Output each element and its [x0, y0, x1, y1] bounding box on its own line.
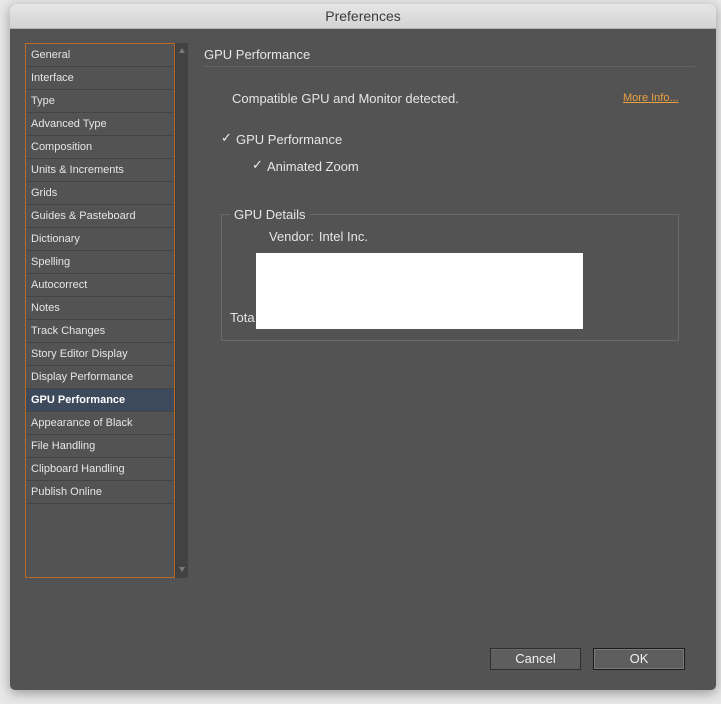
section-divider: [204, 66, 695, 67]
checkmark-icon: ✓: [252, 157, 263, 172]
scroll-down-arrow-icon[interactable]: [179, 567, 185, 572]
sidebar-item-gpu-performance[interactable]: GPU Performance: [26, 389, 174, 412]
scroll-up-arrow-icon[interactable]: [179, 48, 185, 53]
sidebar-item-spelling[interactable]: Spelling: [26, 251, 174, 274]
sidebar-item-composition[interactable]: Composition: [26, 136, 174, 159]
total-label: Tota: [230, 310, 255, 325]
checkmark-icon: ✓: [221, 130, 232, 145]
animated-zoom-option[interactable]: ✓ Animated Zoom: [252, 157, 359, 174]
animated-zoom-label: Animated Zoom: [267, 159, 359, 174]
sidebar-item-clipboard-handling[interactable]: Clipboard Handling: [26, 458, 174, 481]
cancel-button[interactable]: Cancel: [490, 648, 581, 670]
sidebar-item-grids[interactable]: Grids: [26, 182, 174, 205]
redacted-region: [256, 253, 583, 329]
sidebar-item-general[interactable]: General: [26, 44, 174, 67]
ok-button[interactable]: OK: [593, 648, 685, 670]
sidebar-item-advanced-type[interactable]: Advanced Type: [26, 113, 174, 136]
sidebar-item-track-changes[interactable]: Track Changes: [26, 320, 174, 343]
gpu-performance-option[interactable]: ✓ GPU Performance: [221, 130, 343, 147]
sidebar-item-file-handling[interactable]: File Handling: [26, 435, 174, 458]
animated-zoom-checkbox[interactable]: ✓: [252, 157, 263, 172]
preferences-window: Preferences General Interface Type Advanced…: [10, 4, 716, 690]
sidebar-item-interface[interactable]: Interface: [26, 67, 174, 90]
sidebar-item-publish-online[interactable]: Publish Online: [26, 481, 174, 504]
vendor-row: Vendor: Intel Inc.: [269, 229, 368, 244]
sidebar-item-notes[interactable]: Notes: [26, 297, 174, 320]
gpu-details-legend: GPU Details: [230, 207, 310, 222]
sidebar-item-story-editor-display[interactable]: Story Editor Display: [26, 343, 174, 366]
gpu-status-text: Compatible GPU and Monitor detected.: [232, 91, 459, 106]
sidebar-item-display-performance[interactable]: Display Performance: [26, 366, 174, 389]
gpu-performance-label: GPU Performance: [236, 132, 343, 147]
sidebar-item-guides-pasteboard[interactable]: Guides & Pasteboard: [26, 205, 174, 228]
sidebar-item-type[interactable]: Type: [26, 90, 174, 113]
sidebar-scrollbar[interactable]: [175, 43, 188, 578]
preferences-category-list[interactable]: General Interface Type Advanced Type Composi…: [25, 43, 175, 578]
sidebar-item-autocorrect[interactable]: Autocorrect: [26, 274, 174, 297]
section-title: GPU Performance: [204, 47, 311, 62]
sidebar-item-appearance-of-black[interactable]: Appearance of Black: [26, 412, 174, 435]
sidebar-item-units-increments[interactable]: Units & Increments: [26, 159, 174, 182]
gpu-performance-checkbox[interactable]: ✓: [221, 130, 232, 145]
more-info-link[interactable]: More Info...: [623, 92, 679, 104]
sidebar-item-dictionary[interactable]: Dictionary: [26, 228, 174, 251]
vendor-label: Vendor:: [269, 229, 314, 244]
window-title: Preferences: [10, 4, 716, 29]
vendor-value: Intel Inc.: [318, 229, 368, 244]
